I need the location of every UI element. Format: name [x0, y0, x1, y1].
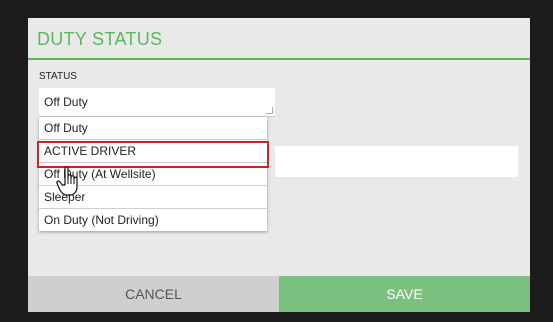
status-select-value: Off Duty [44, 95, 88, 109]
dropdown-option-off-duty[interactable]: Off Duty [39, 117, 267, 140]
status-select[interactable]: Off Duty [39, 88, 275, 117]
dialog-footer: CANCEL SAVE [28, 276, 530, 312]
status-label: STATUS [39, 71, 77, 82]
dropdown-option-on-duty-not-driving[interactable]: On Duty (Not Driving) [39, 209, 267, 231]
highlight-annotation-box [37, 141, 269, 168]
save-button[interactable]: SAVE [279, 276, 530, 312]
secondary-input-field[interactable] [275, 146, 518, 177]
title-divider [28, 58, 530, 60]
cancel-button[interactable]: CANCEL [28, 276, 279, 312]
duty-status-dialog: DUTY STATUS STATUS Off Duty Off Duty ACT… [28, 18, 530, 312]
hand-pointer-icon [56, 165, 82, 197]
resize-handle-icon [266, 107, 273, 114]
dialog-title: DUTY STATUS [37, 29, 163, 49]
